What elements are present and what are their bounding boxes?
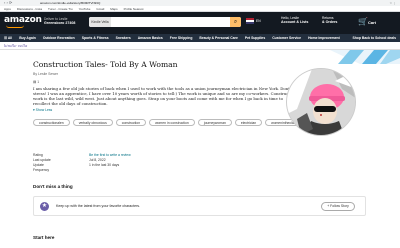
page: ‹ › ⟳ amazon.com/kindle-vella/story/B09R… — [0, 0, 400, 248]
follow-text: Keep up with the latest from your favori… — [56, 204, 141, 208]
deliver-line2: Greensboro 27408 — [44, 21, 76, 25]
tag-chip[interactable]: journeywoman — [197, 119, 232, 126]
bookmark-item[interactable]: Tuner - Create Tru — [48, 7, 73, 11]
story-title: Construction Tales- Told By A Woman — [33, 60, 178, 69]
tag-chip[interactable]: constructionalen — [33, 119, 70, 126]
nav-item-all[interactable]: ☰ All — [4, 36, 12, 40]
amazon-header: amazon Deliver to Leslie Greensboro 2740… — [0, 12, 400, 34]
cart-button[interactable]: 🛒Cart — [358, 17, 376, 28]
kindle-vella-logo[interactable]: kindle vella — [4, 43, 27, 48]
amazon-smile-icon — [6, 25, 24, 28]
cover-illustration — [287, 69, 355, 135]
cart-icon: 🛒 — [358, 17, 368, 26]
tag-chip[interactable]: electrician — [234, 119, 263, 126]
deliver-to[interactable]: Deliver to Leslie Greensboro 27408 — [44, 17, 75, 25]
frequency-value: 1 in the last 30 days — [89, 163, 120, 167]
bookmark-item[interactable]: Maps — [110, 7, 117, 11]
show-less-link[interactable]: ▾ Show Less — [33, 108, 52, 112]
account-lists-label: Account & Lists — [281, 20, 309, 25]
tag-chip[interactable]: women in construction — [149, 119, 195, 126]
cart-label: Cart — [367, 20, 376, 25]
amazon-logo[interactable]: amazon — [4, 15, 42, 25]
nav-item[interactable]: Customer Service — [272, 36, 301, 40]
nav-item[interactable]: Amazon Basics — [138, 36, 163, 40]
story-description: I am sharing a few old job stories of ba… — [33, 86, 297, 106]
nav-item[interactable]: Free Shipping — [170, 36, 193, 40]
bookmark-item[interactable]: Gmail — [96, 7, 104, 11]
tag-list: constructionalen verbally obnoxious cons… — [33, 119, 333, 126]
department-nav: ☰ All Buy Again Outdoor Recreation Sport… — [0, 34, 400, 42]
follow-card: ★ Keep up with the latest from your favo… — [33, 196, 366, 216]
frequency-label: Update Frequency — [33, 163, 50, 172]
tag-chip[interactable]: verbally obnoxious — [72, 119, 113, 126]
bookmark-item[interactable]: Discussions - Insta — [17, 7, 42, 11]
orders-label: & Orders — [322, 20, 338, 25]
bookmark-item[interactable]: Profile Nearest — [124, 7, 144, 11]
decorative-pattern — [330, 50, 400, 64]
kindle-vella-bar: kindle vella — [0, 42, 400, 50]
tag-chip[interactable]: construction — [115, 119, 147, 126]
nav-item[interactable]: Pet Supplies — [245, 36, 265, 40]
returns-orders[interactable]: Returns & Orders — [322, 16, 337, 24]
dont-miss-heading: Don't miss a thing — [33, 184, 73, 189]
language-select[interactable]: EN — [256, 19, 261, 23]
nav-item[interactable]: Home Improvement — [308, 36, 340, 40]
url-field[interactable]: amazon.com/kindle-vella/story/B09RTVN93Q — [40, 1, 340, 5]
promo-link[interactable]: Shop Back to School deals — [352, 34, 396, 42]
nav-item[interactable]: Beauty & Personal Care — [199, 36, 237, 40]
bookmark-item[interactable]: YouTube — [79, 7, 91, 11]
search-category-select[interactable]: Kindle Vella — [89, 17, 111, 27]
search-icon[interactable]: ⌕ — [230, 17, 241, 27]
star-icon: ★ — [40, 202, 49, 211]
story-details: Rating Be the first to write a review Las… — [33, 153, 131, 173]
extensions-icons[interactable]: ☆ ⋮ — [389, 1, 396, 5]
nav-item[interactable]: Buy Again — [19, 36, 36, 40]
start-here-heading: Start here — [33, 235, 55, 240]
episode-count: ▤ 1 — [33, 80, 40, 84]
nav-item[interactable]: Outdoor Recreation — [43, 36, 75, 40]
us-flag-icon[interactable] — [246, 18, 254, 24]
nav-item[interactable]: Sneakers — [116, 36, 131, 40]
story-cover-image — [286, 68, 356, 136]
bookmark-item[interactable]: Apps — [4, 7, 11, 11]
account-menu[interactable]: Hello, Leslie Account & Lists — [281, 16, 308, 24]
follow-story-button[interactable]: + Follow Story — [321, 202, 355, 211]
search-bar: Kindle Vella ⌕ — [89, 17, 241, 27]
author-byline[interactable]: By Leslie Sewer — [33, 72, 58, 76]
nav-item[interactable]: Sports & Fitness — [82, 36, 109, 40]
